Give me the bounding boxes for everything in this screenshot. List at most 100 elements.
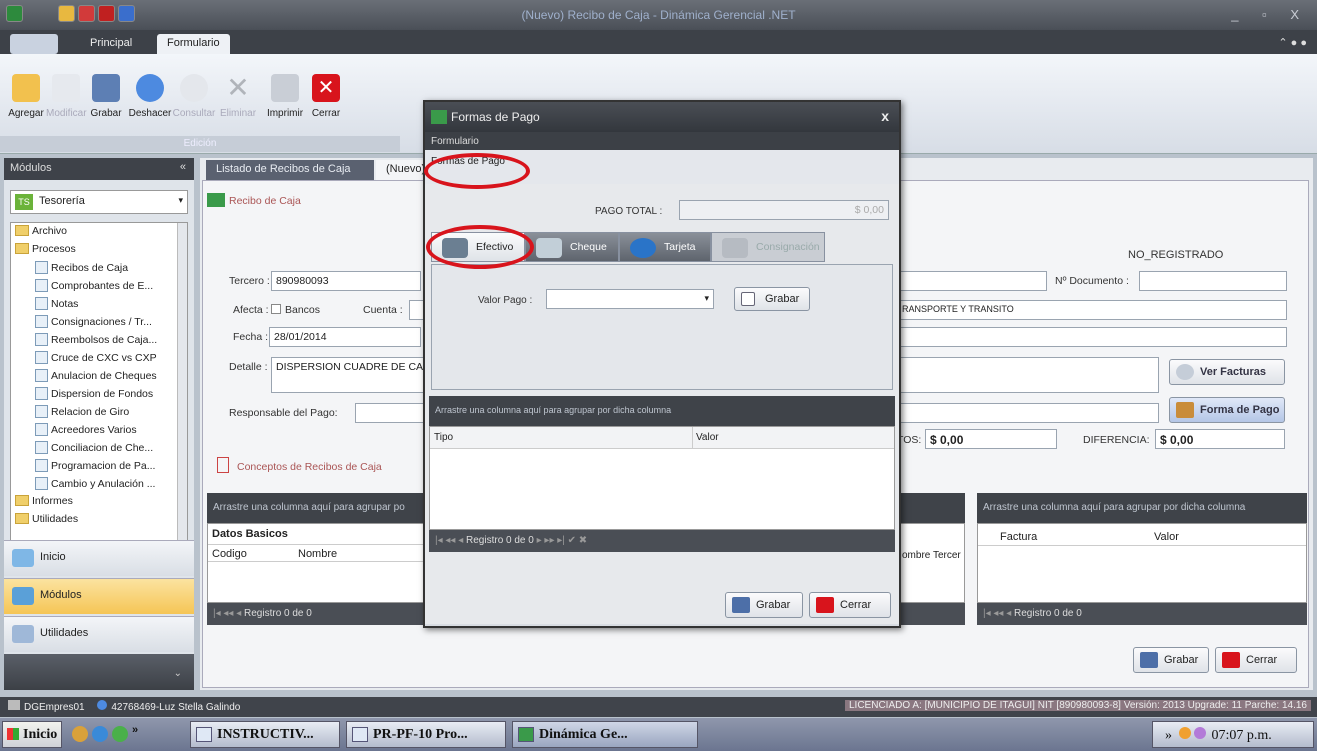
tree-item-cruce[interactable]: Cruce de CXC vs CXP bbox=[35, 351, 157, 369]
tray-icon[interactable] bbox=[1193, 727, 1206, 739]
tree-item-dispersion[interactable]: Dispersion de Fondos bbox=[35, 387, 153, 405]
responsable-input[interactable] bbox=[355, 403, 429, 423]
help-icon[interactable]: ⌃ ● ● bbox=[1278, 36, 1307, 49]
fecha-input[interactable]: 28/01/2014 bbox=[269, 327, 421, 347]
dialog-grabar-button[interactable]: Grabar bbox=[725, 592, 803, 618]
dinamica-app-icon bbox=[518, 727, 534, 742]
dialog-group-panel[interactable]: Arrastre una columna aquí para agrupar p… bbox=[429, 396, 895, 426]
cerrar-bottom-button[interactable]: Cerrar bbox=[1215, 647, 1297, 673]
grid-group-panel[interactable]: Arrastre una columna aquí para agrupar p… bbox=[207, 493, 425, 523]
quicklaunch-icon[interactable] bbox=[112, 726, 128, 742]
tab-consignacion[interactable]: Consignación bbox=[711, 232, 825, 262]
col-factura[interactable]: Factura bbox=[1000, 531, 1037, 543]
col-valor[interactable]: Valor bbox=[1154, 531, 1179, 543]
form-heading: Recibo de Caja bbox=[229, 195, 301, 207]
responsable-input-right[interactable] bbox=[897, 403, 1159, 423]
nav-utilidades[interactable]: Utilidades bbox=[4, 616, 194, 652]
deposit-icon bbox=[722, 238, 748, 258]
tree-item-utilidades[interactable]: Utilidades bbox=[15, 513, 78, 531]
save-icon bbox=[1140, 652, 1158, 668]
tree-scrollbar[interactable] bbox=[177, 223, 187, 549]
form-icon bbox=[35, 423, 48, 436]
tree-item-notas[interactable]: Notas bbox=[35, 297, 78, 315]
chevron-down-icon[interactable]: ⌄ bbox=[174, 668, 182, 679]
tree-item-anulacion-cheques[interactable]: Anulacion de Cheques bbox=[35, 369, 157, 387]
grabar-bottom-button[interactable]: Grabar bbox=[1133, 647, 1209, 673]
detalle-textarea-right[interactable] bbox=[897, 357, 1159, 393]
document-icon bbox=[217, 457, 229, 473]
tree-item-informes[interactable]: Informes bbox=[15, 495, 73, 513]
quicklaunch-icon[interactable] bbox=[72, 726, 88, 742]
tree-item-archivo[interactable]: Archivo bbox=[15, 225, 67, 243]
ndoc-select[interactable] bbox=[1139, 271, 1287, 291]
tree-item-recibos-de-caja[interactable]: Recibos de Caja bbox=[35, 261, 128, 279]
tree-item-procesos[interactable]: Procesos bbox=[15, 243, 76, 261]
dialog-close-icon[interactable]: x bbox=[881, 108, 889, 124]
window-controls[interactable]: _ ▫ X bbox=[1231, 7, 1309, 22]
consultar-button[interactable]: Consultar bbox=[172, 74, 216, 119]
col-valor[interactable]: Valor bbox=[696, 432, 719, 443]
form-icon bbox=[35, 369, 48, 382]
eliminar-button[interactable]: ✕ Eliminar bbox=[218, 72, 258, 120]
grabar-button[interactable]: Grabar bbox=[86, 74, 126, 119]
first-prev-icon[interactable]: |◂ ◂◂ ◂ bbox=[983, 608, 1011, 619]
tree-item-cambio-anulacion[interactable]: Cambio y Anulación ... bbox=[35, 477, 155, 495]
first-prev-icon[interactable]: |◂ ◂◂ ◂ bbox=[213, 608, 241, 619]
valor-pago-select[interactable]: ▾ bbox=[546, 289, 714, 309]
forma-pago-button[interactable]: Forma de Pago bbox=[1169, 397, 1285, 423]
efectivo-panel: Valor Pago : ▾ Grabar bbox=[431, 264, 893, 390]
col-codigo[interactable]: Codigo bbox=[212, 548, 247, 560]
valor-pago-label: Valor Pago : bbox=[478, 295, 533, 306]
tab-formulario[interactable]: Formulario bbox=[157, 34, 230, 54]
quicklaunch-more[interactable]: » bbox=[132, 724, 138, 736]
tab-listado[interactable]: Listado de Recibos de Caja bbox=[206, 160, 374, 180]
col-nombre[interactable]: Nombre bbox=[298, 548, 337, 560]
tab-principal[interactable]: Principal bbox=[80, 34, 142, 54]
delete-icon: ✕ bbox=[226, 72, 250, 103]
undo-icon bbox=[136, 74, 164, 102]
tree-item-reembolsos[interactable]: Reembolsos de Caja... bbox=[35, 333, 157, 351]
tercero-input[interactable]: 890980093 bbox=[271, 271, 421, 291]
col-tipo[interactable]: Tipo bbox=[434, 432, 453, 443]
modificar-button[interactable]: Modificar bbox=[46, 74, 87, 119]
tab-tarjeta[interactable]: Tarjeta bbox=[619, 232, 711, 262]
tab-nuevo[interactable]: (Nuevo) bbox=[376, 160, 426, 180]
imprimir-button[interactable]: Imprimir bbox=[264, 74, 306, 119]
first-prev-icon[interactable]: |◂ ◂◂ ◂ bbox=[435, 535, 463, 546]
tree-item-programacion[interactable]: Programacion de Pa... bbox=[35, 459, 155, 477]
nav-modulos[interactable]: Módulos bbox=[4, 578, 194, 614]
facturas-pager: |◂ ◂◂ ◂ Registro 0 de 0 bbox=[977, 603, 1307, 625]
quicklaunch-icon[interactable] bbox=[92, 726, 108, 742]
ver-facturas-button[interactable]: Ver Facturas bbox=[1169, 359, 1285, 385]
dialog-cerrar-button[interactable]: Cerrar bbox=[809, 592, 891, 618]
bancos-checkbox[interactable] bbox=[271, 304, 281, 314]
taskbar-item-pr-pf-10[interactable]: PR-PF-10 Pro... bbox=[346, 721, 506, 748]
next-last-icon[interactable]: ▸ ▸▸ ▸| ✔ ✖ bbox=[537, 535, 588, 546]
menu-formulario[interactable]: Formulario bbox=[431, 136, 479, 147]
tab-cheque[interactable]: Cheque bbox=[525, 232, 619, 262]
start-button[interactable]: Inicio bbox=[2, 721, 62, 748]
facturas-group-panel[interactable]: Arrastre una columna aquí para agrupar p… bbox=[977, 493, 1307, 523]
form-icon bbox=[35, 279, 48, 292]
col-nombre-tercero[interactable]: ombre Tercer bbox=[902, 550, 961, 561]
tree-item-relacion-giro[interactable]: Relacion de Giro bbox=[35, 405, 129, 423]
bancos-label: Bancos bbox=[285, 304, 321, 316]
agregar-button[interactable]: Agregar bbox=[6, 74, 46, 119]
taskbar-item-dinamica[interactable]: Dinámica Ge... bbox=[512, 721, 698, 748]
tree-item-consignaciones[interactable]: Consignaciones / Tr... bbox=[35, 315, 152, 333]
collapse-icon[interactable]: « bbox=[180, 161, 186, 173]
taskbar-item-instructivo[interactable]: INSTRUCTIV... bbox=[190, 721, 340, 748]
app-menu-button[interactable] bbox=[10, 34, 58, 54]
search-icon bbox=[180, 74, 208, 102]
dialog-pager: |◂ ◂◂ ◂ Registro 0 de 0 ▸ ▸▸ ▸| ✔ ✖ bbox=[429, 530, 895, 552]
deshacer-button[interactable]: Deshacer bbox=[128, 74, 172, 119]
module-select[interactable]: TS Tesorería ▾ bbox=[10, 190, 188, 214]
valor-grabar-button[interactable]: Grabar bbox=[734, 287, 810, 311]
cerrar-button[interactable]: ✕ Cerrar bbox=[306, 74, 346, 119]
tree-item-comprobantes[interactable]: Comprobantes de E... bbox=[35, 279, 153, 297]
nav-inicio[interactable]: Inicio bbox=[4, 540, 194, 576]
detalle-textarea[interactable]: DISPERSION CUADRE DE CA bbox=[271, 357, 429, 393]
tree-item-acreedores[interactable]: Acreedores Varios bbox=[35, 423, 137, 441]
tray-icon[interactable] bbox=[1178, 727, 1191, 739]
tree-item-conciliacion[interactable]: Conciliacion de Che... bbox=[35, 441, 153, 459]
